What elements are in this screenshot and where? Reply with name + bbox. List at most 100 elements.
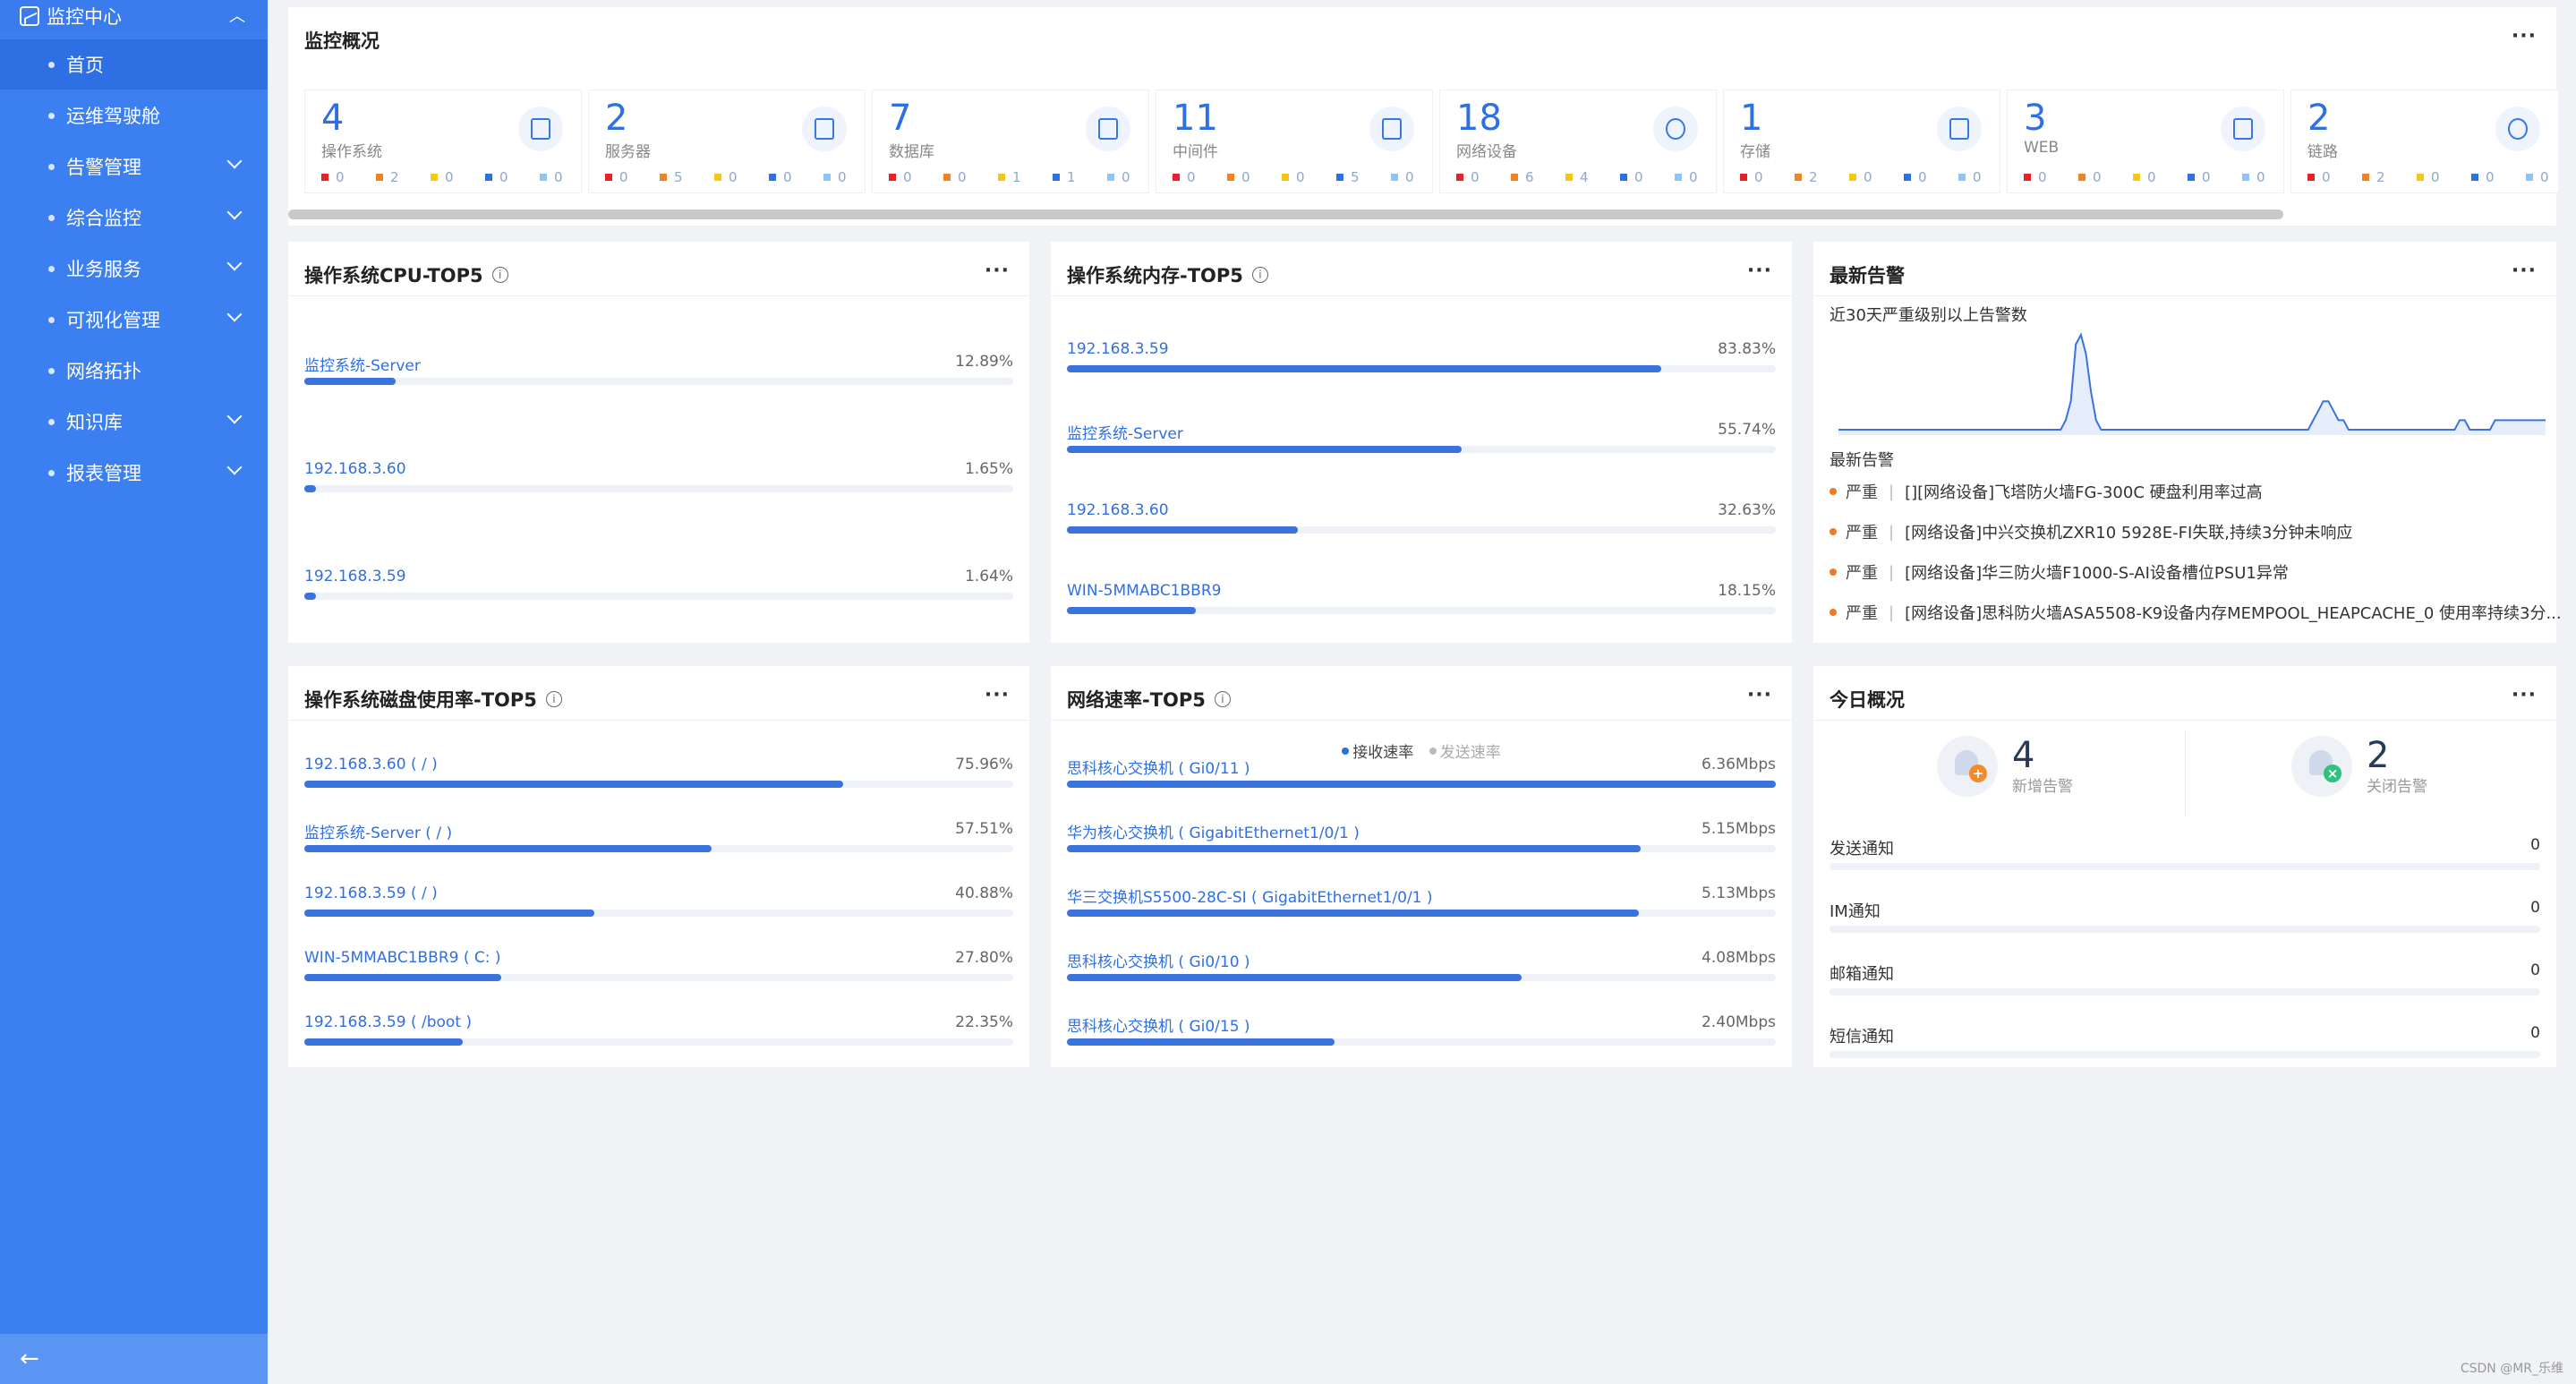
- sidebar-item[interactable]: 网络拓扑: [0, 346, 268, 396]
- more-icon[interactable]: ···: [1747, 260, 1772, 282]
- progress-fill: [1067, 365, 1661, 372]
- status-count: 0: [1675, 169, 1729, 185]
- closed-alerts-stat[interactable]: × 2 关闭告警: [2291, 736, 2427, 797]
- info-icon[interactable]: i: [1214, 691, 1231, 707]
- status-square-icon: [2471, 174, 2478, 181]
- status-count-value: 0: [2093, 169, 2102, 185]
- status-count-value: 2: [390, 169, 399, 185]
- status-count-value: 0: [1241, 169, 1250, 185]
- more-icon[interactable]: ···: [2512, 25, 2537, 47]
- network-row-name[interactable]: 思科核心交换机 ( Gi0/10 ): [1067, 949, 1250, 971]
- alert-item[interactable]: 严重 | [网络设备]华三防火墙F1000-S-AI设备槽位PSU1异常: [1830, 560, 2289, 584]
- network-row-name[interactable]: 思科核心交换机 ( Gi0/11 ): [1067, 756, 1250, 778]
- status-count-value: 0: [1918, 169, 1927, 185]
- sidebar-item[interactable]: 首页: [0, 39, 268, 90]
- sidebar-item[interactable]: 综合监控: [0, 192, 268, 243]
- cpu-row-name[interactable]: 192.168.3.59: [304, 568, 406, 585]
- sidebar-item-label: 可视化管理: [66, 310, 160, 331]
- sidebar-item[interactable]: 业务服务: [0, 243, 268, 294]
- status-count: 0: [1227, 169, 1282, 185]
- network-row-name[interactable]: 华为核心交换机 ( GigabitEthernet1/0/1 ): [1067, 820, 1360, 842]
- memory-row-name[interactable]: 监控系统-Server: [1067, 421, 1183, 443]
- notification-value: 0: [2530, 1024, 2540, 1042]
- status-square-icon: [1958, 174, 1966, 181]
- sidebar-item-label: 知识库: [66, 412, 123, 433]
- legend-send[interactable]: 发送速率: [1429, 739, 1501, 762]
- today-overview-card: 今日概况 ··· + 4 新增告警 × 2 关闭告警 发送通知 0 IM通知 0 邮箱通…: [1813, 666, 2556, 1067]
- monitor-icon-glyph: [2233, 118, 2253, 140]
- today-title: 今日概况: [1830, 689, 1905, 711]
- more-icon[interactable]: ···: [985, 684, 1010, 706]
- more-icon[interactable]: ···: [2512, 260, 2537, 282]
- disk-row-name[interactable]: 192.168.3.59 ( / ): [304, 884, 438, 902]
- cpu-row-name[interactable]: 监控系统-Server: [304, 353, 421, 375]
- latest-alerts-card: 最新告警 ··· 近30天严重级别以上告警数 最新告警 严重 | [][网络设备]飞…: [1813, 242, 2562, 643]
- network-row-name[interactable]: 思科核心交换机 ( Gi0/15 ): [1067, 1013, 1250, 1036]
- progress-fill: [1067, 607, 1196, 614]
- alert-item[interactable]: 严重 | [][网络设备]飞塔防火墙FG-300C 硬盘利用率过高: [1830, 480, 2263, 503]
- progress-fill: [1067, 845, 1642, 852]
- overview-box[interactable]: 2 服务器 0 5 0 0 0: [588, 90, 866, 193]
- info-icon[interactable]: i: [545, 691, 562, 707]
- memory-row-name[interactable]: 192.168.3.60: [1067, 501, 1169, 519]
- info-icon[interactable]: i: [491, 267, 508, 283]
- overview-scrollbar[interactable]: [288, 209, 2283, 219]
- memory-row-name[interactable]: WIN-5MMABC1BBR9: [1067, 582, 1221, 600]
- middleware-icon-glyph: [1382, 118, 1402, 140]
- status-square-icon: [1740, 174, 1747, 181]
- overview-title: 监控概况: [304, 30, 380, 52]
- sidebar-item[interactable]: 报表管理: [0, 448, 268, 498]
- alert-item[interactable]: 严重 | [网络设备]思科防火墙ASA5508-K9设备内存MEMPOOL_HEAP…: [1830, 601, 2562, 624]
- plus-icon: +: [1969, 765, 1987, 782]
- sidebar-item[interactable]: 告警管理: [0, 141, 268, 192]
- disk-row-value: 75.96%: [955, 756, 1013, 773]
- info-icon[interactable]: i: [1251, 267, 1268, 283]
- more-icon[interactable]: ···: [2512, 684, 2537, 706]
- sidebar-item[interactable]: 知识库: [0, 397, 268, 447]
- disk-row-name[interactable]: 192.168.3.60 ( / ): [304, 756, 438, 773]
- overview-box[interactable]: 11 中间件 0 0 0 5 0: [1156, 90, 1433, 193]
- status-square-icon: [1511, 174, 1518, 181]
- overview-box[interactable]: 4 操作系统 0 2 0 0 0: [304, 90, 582, 193]
- alert-item[interactable]: 严重 | [网络设备]中兴交换机ZXR10 5928E-FI失联,持续3分钟未响应: [1830, 520, 2352, 543]
- legend-receive[interactable]: 接收速率: [1342, 739, 1413, 762]
- more-icon[interactable]: ···: [985, 260, 1010, 282]
- cpu-row-name[interactable]: 192.168.3.60: [304, 460, 406, 478]
- overview-box[interactable]: 2 链路 0 2 0 0 0: [2290, 90, 2559, 193]
- status-square-icon: [1053, 174, 1060, 181]
- overview-box[interactable]: 7 数据库 0 0 1 1 0: [872, 90, 1149, 193]
- bullet-icon: [48, 61, 55, 68]
- severity-dot-icon: [1830, 528, 1837, 535]
- sidebar-item-label: 首页: [66, 55, 104, 76]
- memory-row-name[interactable]: 192.168.3.59: [1067, 340, 1169, 358]
- collapse-sidebar-button[interactable]: ←: [0, 1334, 268, 1384]
- notification-label: 短信通知: [1830, 1028, 1894, 1047]
- status-count: 0: [540, 169, 594, 185]
- disk-row-name[interactable]: 192.168.3.59 ( /boot ): [304, 1013, 472, 1031]
- new-alerts-stat[interactable]: + 4 新增告警: [1937, 736, 2073, 797]
- disk-row-name[interactable]: 监控系统-Server ( / ): [304, 820, 452, 842]
- overview-label: 网络设备: [1456, 143, 1517, 161]
- status-count-value: 0: [445, 169, 454, 185]
- network-row-name[interactable]: 华三交换机S5500-28C-SI ( GigabitEthernet1/0/1…: [1067, 884, 1433, 907]
- disk-row-name[interactable]: WIN-5MMABC1BBR9 ( C: ): [304, 949, 501, 967]
- cpu-row-value: 12.89%: [955, 353, 1013, 371]
- alert-trend-chart: [1838, 332, 2546, 435]
- overview-box[interactable]: 18 网络设备 0 6 4 0 0: [1439, 90, 1717, 193]
- overview-box[interactable]: 3 WEB 0 0 0 0 0: [2007, 90, 2284, 193]
- sidebar-item[interactable]: 运维驾驶舱: [0, 90, 268, 141]
- overview-label: 服务器: [605, 143, 651, 161]
- sidebar-item[interactable]: 可视化管理: [0, 295, 268, 345]
- status-count-value: 0: [2147, 169, 2156, 185]
- status-square-icon: [1565, 174, 1573, 181]
- status-square-icon: [485, 174, 492, 181]
- more-icon[interactable]: ···: [1747, 684, 1772, 706]
- alert-level: 严重: [1846, 483, 1878, 502]
- disk-row-value: 22.35%: [955, 1013, 1013, 1031]
- chevron-down-icon: [226, 204, 243, 220]
- overview-box[interactable]: 1 存储 0 2 0 0 0: [1723, 90, 2000, 193]
- progress-fill: [1067, 974, 1523, 981]
- sidebar-header[interactable]: 监控中心 ︿: [0, 0, 268, 32]
- divider: [288, 720, 1029, 721]
- status-count-value: 0: [1754, 169, 1763, 185]
